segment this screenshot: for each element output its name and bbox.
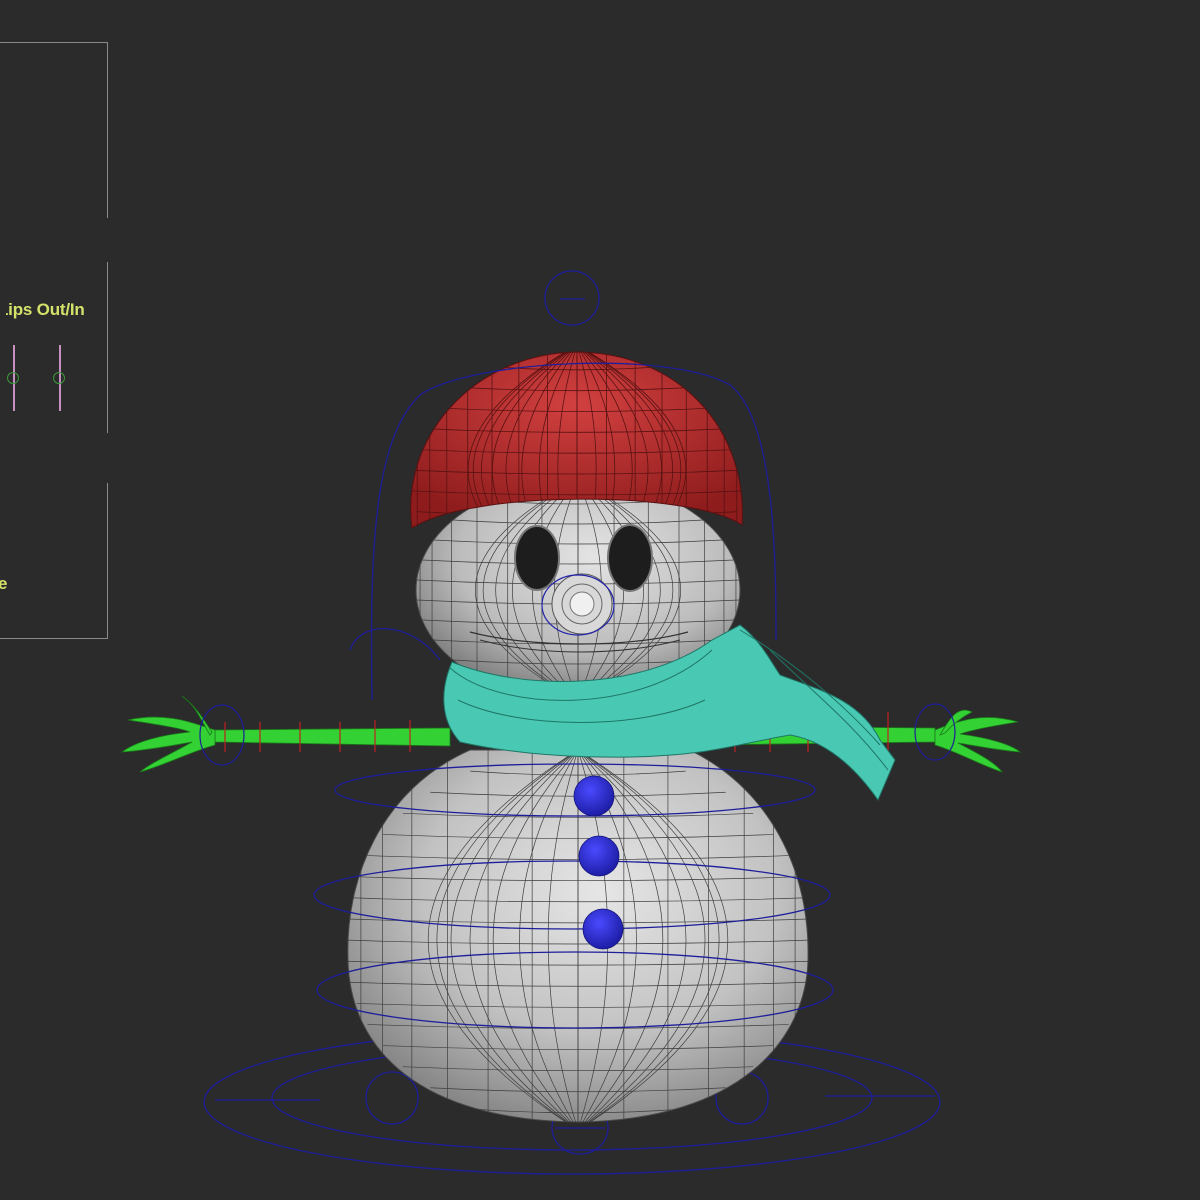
button-1 [573,775,615,817]
button-2 [578,835,620,877]
snowman-scene[interactable] [0,0,1200,1200]
3d-viewport[interactable]: Lips Out/In e [0,0,1200,1200]
left-arm [120,695,451,773]
button-3 [582,908,624,950]
snowman-nose [541,573,615,636]
